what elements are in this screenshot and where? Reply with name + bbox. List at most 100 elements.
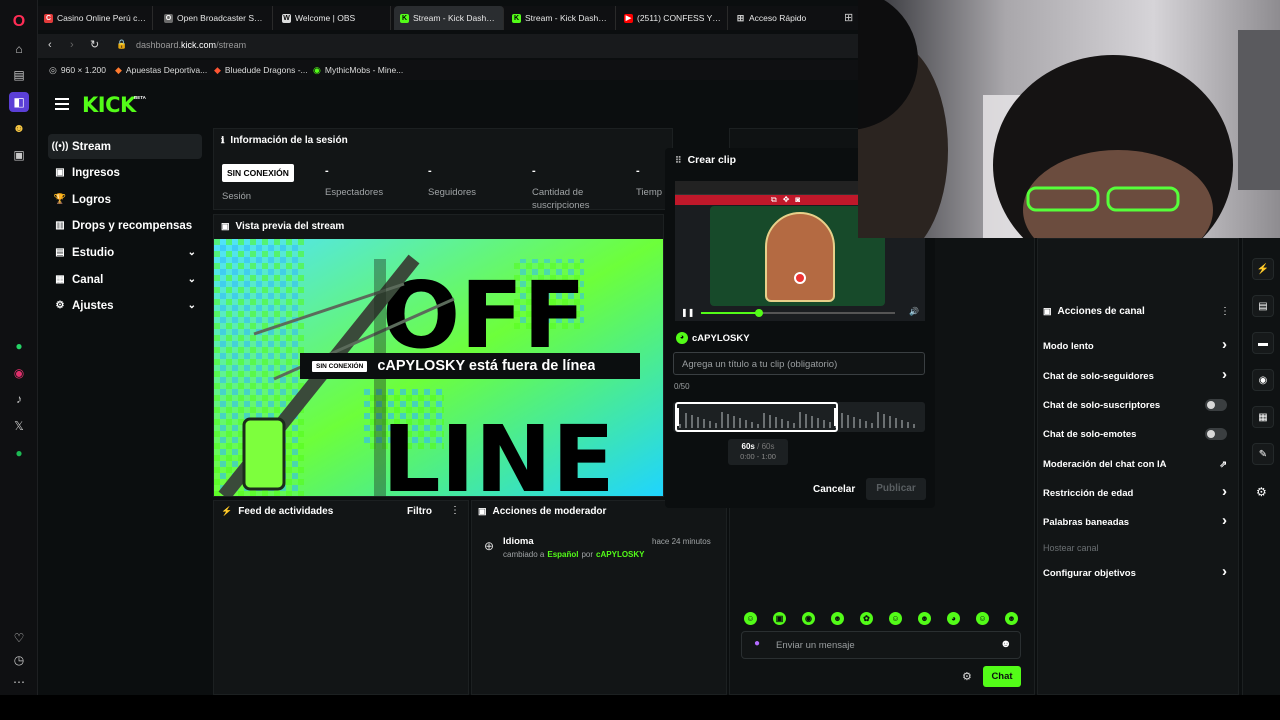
clip-title-placeholder: Agrega un título a tu clip (obligatorio): [682, 359, 838, 370]
opera-logo-icon[interactable]: O: [9, 12, 29, 32]
gx-corner-icon[interactable]: ◧: [9, 92, 29, 112]
cube-icon[interactable]: ▣: [9, 145, 29, 165]
tab-kick[interactable]: K Stream - Kick Dashboard: [506, 6, 616, 30]
whatsapp-icon[interactable]: ●: [9, 336, 29, 356]
nav-label: Canal: [72, 273, 104, 286]
layout-icon[interactable]: ▦: [1252, 406, 1274, 428]
bookmark-item[interactable]: ◆ Bluedude Dragons -...: [214, 60, 308, 80]
tab-welcome-obs[interactable]: W Welcome | OBS: [276, 6, 391, 30]
back-icon[interactable]: ‹: [48, 39, 52, 51]
channel-action-label: Chat de solo-suscriptores: [1043, 399, 1161, 411]
emote-icon[interactable]: ☻: [918, 612, 931, 625]
tab-label: Casino Online Perú con Ju: [57, 13, 146, 23]
clip-progress-knob[interactable]: [755, 309, 764, 317]
waveform-bar: [847, 415, 849, 428]
feed-more-icon[interactable]: ⋮: [450, 505, 460, 516]
tab-youtube[interactable]: ▶ (2511) CONFESS YOUR LO: [618, 6, 728, 30]
pause-icon[interactable]: ❚❚: [681, 308, 694, 317]
channel-action-restricción-de-edad[interactable]: Restricción de edad ›: [1043, 483, 1233, 501]
tab-label: Welcome | OBS: [295, 13, 356, 23]
broadcast-icon[interactable]: ◉: [1252, 369, 1274, 391]
home-icon[interactable]: ⌂: [9, 39, 29, 59]
channel-action-modo-lento[interactable]: Modo lento ›: [1043, 336, 1233, 354]
clip-progress-track[interactable]: [701, 309, 895, 317]
nav-stream[interactable]: ((•)) Stream: [48, 134, 202, 159]
clip-handle-left[interactable]: [675, 408, 679, 426]
emote-icon[interactable]: ◉: [802, 612, 815, 625]
emote-icon[interactable]: ☻: [831, 612, 844, 625]
emoji-icon[interactable]: ☻: [9, 118, 29, 138]
channel-action-chat-de-solo-suscriptores[interactable]: Chat de solo-suscriptores: [1043, 397, 1233, 413]
emote-icon[interactable]: ☺: [744, 612, 757, 625]
heart-icon[interactable]: ♡: [9, 628, 29, 648]
emote-icon[interactable]: ✿: [860, 612, 873, 625]
gear-icon[interactable]: ⚙: [1256, 485, 1267, 499]
bookmark-item[interactable]: ◆ Apuestas Deportiva...: [115, 60, 207, 80]
more-icon[interactable]: ⋯: [9, 672, 29, 692]
bookmark-item[interactable]: ◎ 960 × 1.200: [49, 60, 106, 80]
emote-icon[interactable]: ◕: [947, 612, 960, 625]
nav-logros[interactable]: 🏆 Logros: [48, 187, 202, 212]
drag-handle-icon[interactable]: ⠿: [675, 155, 682, 166]
clip-selection-range[interactable]: [675, 402, 838, 432]
revenue-icon: ▣: [55, 167, 65, 178]
emoji-icon[interactable]: ☻: [1000, 638, 1012, 650]
bookmarks-bar: ◎ 960 × 1.200 ◆ Apuestas Deportiva... ◆ Blu…: [38, 60, 858, 80]
nav-drops[interactable]: ▥ Drops y recompensas: [48, 213, 202, 238]
channel-action-chat-de-solo-emotes[interactable]: Chat de solo-emotes: [1043, 426, 1233, 442]
lightning-icon[interactable]: ⚡: [1252, 258, 1274, 280]
waveform-bar: [901, 420, 903, 428]
clip-timeline[interactable]: [673, 402, 925, 432]
x-icon[interactable]: 𝕏: [9, 416, 29, 436]
wrench-icon[interactable]: ✎: [1252, 443, 1274, 465]
clip-handle-right[interactable]: [834, 408, 838, 426]
chat-input[interactable]: ● Enviar un mensaje ☻: [741, 631, 1021, 659]
clip-title-input[interactable]: Agrega un título a tu clip (obligatorio): [673, 352, 925, 375]
volume-icon[interactable]: 🔊: [909, 307, 919, 316]
spotify-icon[interactable]: ●: [9, 443, 29, 463]
emote-icon[interactable]: ☺: [976, 612, 989, 625]
hamburger-menu-icon[interactable]: [55, 98, 69, 110]
forward-icon[interactable]: ›: [70, 39, 74, 51]
nav-estudio[interactable]: ▤ Estudio ⌄: [48, 240, 202, 265]
nav-ingresos[interactable]: ▣ Ingresos: [48, 160, 202, 185]
emote-icon[interactable]: ☻: [1005, 612, 1018, 625]
channel-actions-more-icon[interactable]: ⋮: [1220, 306, 1230, 317]
nav-ajustes[interactable]: ⚙ Ajustes ⌄: [48, 293, 202, 318]
send-chat-button[interactable]: Chat: [983, 666, 1021, 687]
clip-cancel-button[interactable]: Cancelar: [813, 484, 855, 495]
chat-settings-gear-icon[interactable]: ⚙: [962, 670, 972, 683]
mic-icon[interactable]: ●: [754, 638, 760, 649]
nav-canal[interactable]: ▦ Canal ⌄: [48, 267, 202, 292]
instagram-icon[interactable]: ◉: [9, 363, 29, 383]
tab-obs[interactable]: O Open Broadcaster Softwa: [158, 6, 273, 30]
tiktok-icon[interactable]: ♪: [9, 389, 29, 409]
reload-icon[interactable]: ↻: [90, 38, 99, 51]
tab-acceso-rapido[interactable]: ⊞ Acceso Rápido: [730, 6, 830, 30]
waveform-bar: [853, 417, 855, 428]
document-icon[interactable]: ▤: [1252, 295, 1274, 317]
emote-icon[interactable]: ☺: [889, 612, 902, 625]
clip-publish-button[interactable]: Publicar: [866, 478, 926, 500]
channel-action-palabras-baneadas[interactable]: Palabras baneadas ›: [1043, 512, 1233, 530]
tab-kick-active[interactable]: K Stream - Kick Dashboa: [394, 6, 504, 30]
bookmark-label: Apuestas Deportiva...: [125, 65, 208, 75]
channel-action-configurar-objetivos[interactable]: Configurar objetivos ›: [1043, 563, 1233, 581]
history-icon[interactable]: ◷: [9, 650, 29, 670]
studio-icon: ▤: [55, 247, 65, 258]
url-field[interactable]: dashboard.kick.com/stream: [136, 40, 246, 50]
stream-preview[interactable]: OFF LINE SIN CONEXIÓN cAPYLOSKY está fue…: [214, 239, 663, 496]
briefcase-icon[interactable]: ▤: [9, 65, 29, 85]
chat-bubble-icon[interactable]: ▬: [1252, 332, 1274, 354]
bookmark-item[interactable]: ◉ MythicMobs - Mine...: [313, 60, 403, 80]
channel-action-chat-de-solo-seguidores[interactable]: Chat de solo-seguidores ›: [1043, 366, 1233, 384]
tab-search-icon[interactable]: ⊞: [844, 11, 853, 24]
toggle-switch[interactable]: [1205, 399, 1227, 411]
emote-icon[interactable]: ▣: [773, 612, 786, 625]
feed-filter-button[interactable]: Filtro: [407, 506, 432, 517]
kick-logo[interactable]: KICK: [82, 93, 136, 117]
toggle-switch[interactable]: [1205, 428, 1227, 440]
channel-action-moderación-del-chat-con-ia[interactable]: Moderación del chat con IA ⇗: [1043, 456, 1233, 472]
nav-label: Ingresos: [72, 166, 120, 179]
tab-casino[interactable]: C Casino Online Perú con Ju: [38, 6, 153, 30]
